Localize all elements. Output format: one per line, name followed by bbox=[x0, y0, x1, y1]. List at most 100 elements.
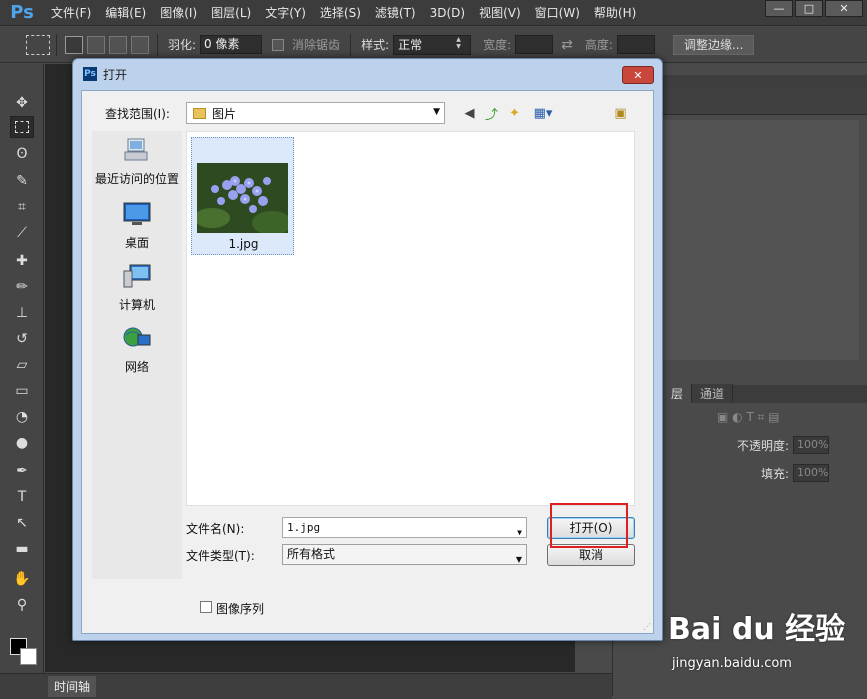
place-label: 计算机 bbox=[118, 298, 155, 312]
refine-edge-button[interactable]: 调整边缘... bbox=[672, 34, 755, 55]
add-selection-button[interactable] bbox=[87, 35, 105, 54]
chevron-down-icon: ▼ bbox=[515, 555, 522, 564]
menu-window[interactable]: 窗口(W) bbox=[528, 4, 587, 21]
antialias-checkbox[interactable] bbox=[272, 38, 285, 51]
hand-tool-icon[interactable]: ✋ bbox=[10, 568, 34, 590]
look-in-value: 图片 bbox=[212, 106, 237, 121]
file-type-select[interactable]: 所有格式 ▼ bbox=[282, 544, 527, 565]
quick-select-tool-icon[interactable]: ✎ bbox=[10, 170, 34, 192]
network-icon bbox=[123, 327, 151, 347]
folder-icon bbox=[193, 107, 206, 119]
file-name-input[interactable]: 1.jpg ▼ bbox=[282, 517, 527, 538]
folder-star-icon[interactable]: ▣ bbox=[612, 105, 629, 122]
place-recent[interactable]: 最近访问的位置 bbox=[92, 137, 182, 187]
close-window-button[interactable]: ✕ bbox=[825, 0, 863, 17]
height-input[interactable] bbox=[616, 35, 655, 54]
zoom-tool-icon[interactable]: ⚲ bbox=[10, 594, 34, 616]
dialog-close-button[interactable]: ✕ bbox=[622, 66, 654, 84]
antialias-label: 消除锯齿 bbox=[292, 38, 341, 52]
menu-view[interactable]: 视图(V) bbox=[472, 4, 528, 21]
swap-icon[interactable]: ⇄ bbox=[561, 37, 573, 53]
height-label: 高度: bbox=[584, 38, 613, 52]
background-color-swatch[interactable] bbox=[20, 648, 37, 665]
menu-file[interactable]: 文件(F) bbox=[44, 4, 98, 21]
place-label: 桌面 bbox=[124, 236, 149, 250]
feather-input[interactable]: 0 像素 bbox=[200, 35, 263, 54]
healing-brush-tool-icon[interactable]: ✚ bbox=[10, 250, 34, 272]
look-in-label: 查找范围(I): bbox=[105, 107, 170, 121]
file-name-value: 1.jpg bbox=[287, 521, 321, 534]
menu-select[interactable]: 选择(S) bbox=[313, 4, 368, 21]
width-input[interactable] bbox=[515, 35, 554, 54]
watermark-logo: Bai du 经验 bbox=[668, 612, 846, 647]
crop-tool-icon[interactable]: ⌗ bbox=[10, 196, 34, 218]
menu-edit[interactable]: 编辑(E) bbox=[98, 4, 153, 21]
type-tool-icon[interactable]: T bbox=[10, 486, 34, 508]
dodge-tool-icon[interactable]: ● bbox=[10, 432, 34, 454]
filter-icons: ▣ ◐ T ⌗ ▤ bbox=[717, 409, 780, 424]
up-folder-icon[interactable]: ⤴ bbox=[483, 105, 500, 123]
tab-layers[interactable]: 层 bbox=[663, 384, 693, 403]
blur-tool-icon[interactable]: ◔ bbox=[10, 406, 34, 428]
file-type-value: 所有格式 bbox=[287, 547, 336, 561]
subtract-selection-button[interactable] bbox=[109, 35, 127, 54]
back-icon[interactable]: ◀ bbox=[461, 105, 478, 122]
eraser-tool-icon[interactable]: ▱ bbox=[10, 354, 34, 376]
path-select-tool-icon[interactable]: ↖ bbox=[10, 512, 34, 534]
opacity-label: 不透明度: bbox=[737, 438, 790, 453]
divider bbox=[157, 33, 158, 56]
new-folder-icon[interactable]: ✦ bbox=[506, 105, 523, 122]
new-selection-button[interactable] bbox=[65, 35, 83, 54]
place-desktop[interactable]: 桌面 bbox=[92, 201, 182, 251]
menu-type[interactable]: 文字(Y) bbox=[258, 4, 313, 21]
view-menu-icon[interactable]: ▦▾ bbox=[529, 105, 557, 122]
place-computer[interactable]: 计算机 bbox=[92, 263, 182, 313]
lasso-tool-icon[interactable]: ʘ bbox=[10, 143, 34, 165]
look-in-select[interactable]: 图片 ▼ bbox=[186, 102, 445, 124]
places-bar: 最近访问的位置 桌面 计算机 网络 bbox=[92, 131, 182, 579]
divider bbox=[350, 33, 352, 56]
history-brush-tool-icon[interactable]: ↺ bbox=[10, 328, 34, 350]
shape-tool-icon[interactable]: ▬ bbox=[10, 538, 34, 560]
menu-help[interactable]: 帮助(H) bbox=[587, 4, 643, 21]
menu-3d[interactable]: 3D(D) bbox=[423, 6, 472, 20]
dialog-title-bar[interactable]: Ps 打开 ✕ bbox=[73, 59, 662, 89]
menu-layer[interactable]: 图层(L) bbox=[204, 4, 258, 21]
brush-tool-icon[interactable]: ✏ bbox=[10, 276, 34, 298]
tab-timeline[interactable]: 时间轴 bbox=[48, 676, 97, 697]
open-dialog: Ps 打开 ✕ 查找范围(I): 图片 ▼ ◀ ⤴ ✦ ▦▾ ▣ 最近访问的位置 bbox=[72, 58, 663, 641]
stamp-tool-icon[interactable]: ⊥ bbox=[10, 302, 34, 324]
place-network[interactable]: 网络 bbox=[92, 325, 182, 375]
chevron-down-icon: ▼ bbox=[433, 107, 440, 117]
file-list: 1.jpg bbox=[186, 131, 635, 506]
file-name-field-label: 文件名(N): bbox=[186, 522, 245, 536]
intersect-selection-button[interactable] bbox=[131, 35, 149, 54]
pen-tool-icon[interactable]: ✒ bbox=[10, 460, 34, 482]
place-label: 网络 bbox=[124, 360, 149, 374]
fill-input[interactable]: 100% bbox=[793, 464, 830, 482]
gradient-tool-icon[interactable]: ▭ bbox=[10, 380, 34, 402]
photoshop-window: Ps 文件(F) 编辑(E) 图像(I) 图层(L) 文字(Y) 选择(S) 滤… bbox=[0, 0, 867, 699]
maximize-button[interactable]: □ bbox=[795, 0, 823, 17]
image-sequence-label: 图像序列 bbox=[216, 602, 265, 616]
image-sequence-checkbox[interactable] bbox=[200, 601, 212, 613]
recent-places-icon bbox=[124, 138, 148, 161]
style-label: 样式: bbox=[361, 38, 390, 52]
minimize-button[interactable]: — bbox=[765, 0, 793, 17]
eyedropper-tool-icon[interactable]: ⟋ bbox=[10, 222, 34, 244]
tab-channels[interactable]: 通道 bbox=[692, 384, 734, 403]
marquee-tool-icon[interactable] bbox=[10, 116, 34, 138]
file-item[interactable]: 1.jpg bbox=[191, 137, 294, 255]
move-tool-icon[interactable]: ✥ bbox=[10, 92, 34, 114]
style-select[interactable]: 正常 bbox=[393, 34, 472, 55]
fill-label: 填充: bbox=[761, 466, 790, 481]
image-thumbnail bbox=[197, 163, 288, 233]
menu-image[interactable]: 图像(I) bbox=[153, 4, 204, 21]
tool-preset-picker[interactable] bbox=[26, 34, 50, 55]
divider bbox=[56, 33, 57, 56]
chevron-down-icon[interactable]: ▼ bbox=[517, 523, 522, 542]
resize-grip-icon[interactable]: ⋰ bbox=[643, 622, 651, 631]
opacity-input[interactable]: 100% bbox=[793, 436, 830, 454]
width-label: 宽度: bbox=[483, 38, 512, 52]
menu-filter[interactable]: 滤镜(T) bbox=[368, 4, 423, 21]
